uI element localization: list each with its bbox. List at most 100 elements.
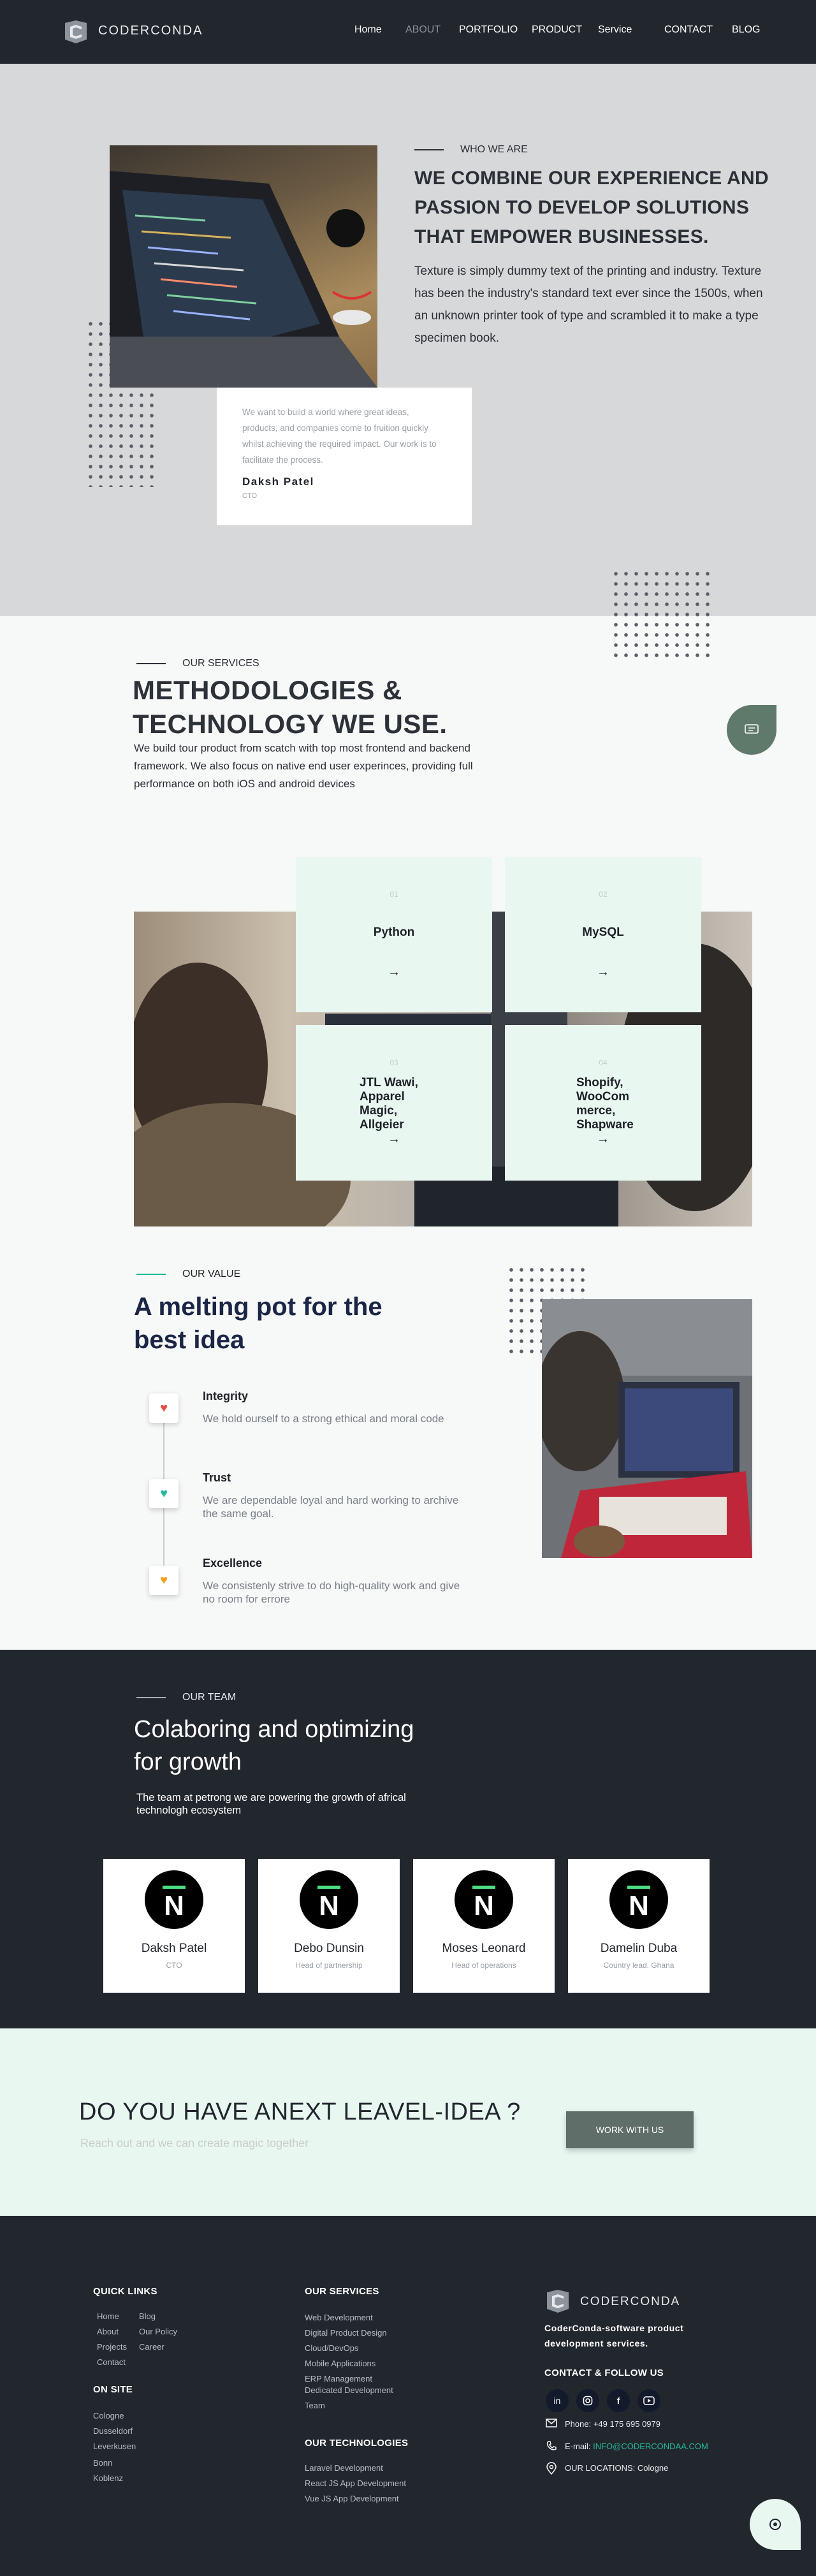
- services-title: METHODOLOGIES & TECHNOLOGY WE USE.: [133, 675, 448, 739]
- member-role: Country lead, Ghana: [603, 1961, 674, 1970]
- nav-portfolio[interactable]: PORTFOLIO: [459, 24, 518, 36]
- footer-email[interactable]: E-mail: INFO@CODERCONDAA.COM: [565, 2441, 708, 2451]
- avatar: N: [300, 1870, 358, 1929]
- site-header: CODERCONDA Home ABOUT PORTFOLIO PRODUCT …: [0, 0, 816, 64]
- cta-title: DO YOU HAVE ANEXT LEAVEL-IDEA ?: [79, 2099, 521, 2125]
- who-title: WE COMBINE OUR EXPERIENCE AND PASSION TO…: [414, 168, 769, 247]
- location-icon: [546, 2462, 557, 2475]
- brand-name[interactable]: CODERCONDA: [98, 24, 203, 38]
- value-item-integrity: Integrity We hold ourself to a strong eth…: [203, 1390, 444, 1425]
- footer-service-link[interactable]: Digital Product Design: [305, 2328, 387, 2338]
- footer-service-link[interactable]: Team: [305, 2401, 325, 2410]
- value-eyebrow: OUR VALUE: [136, 1269, 240, 1280]
- chat-icon: [745, 724, 759, 734]
- tech-footer-title: OUR TECHNOLOGIES: [305, 2438, 409, 2449]
- heart-icon: ♥: [149, 1479, 178, 1508]
- tech-card-python[interactable]: 01 Python →: [296, 857, 492, 1012]
- team-text: The team at petrong we are powering the …: [136, 1792, 406, 1816]
- arrow-right-icon[interactable]: →: [296, 965, 492, 980]
- heart-icon: ♥: [149, 1394, 178, 1423]
- footer-site-bonn[interactable]: Bonn: [93, 2458, 112, 2468]
- arrow-right-icon[interactable]: →: [296, 1132, 492, 1147]
- footer-tagline: CoderConda-software product development …: [544, 2323, 684, 2348]
- laptop-work-image: [542, 1299, 752, 1558]
- youtube-icon[interactable]: [638, 2389, 660, 2412]
- team-member-card[interactable]: N Daksh Patel CTO: [103, 1859, 245, 1993]
- nav-about[interactable]: ABOUT: [405, 24, 441, 36]
- footer-tech-link[interactable]: Vue JS App Development: [305, 2494, 399, 2503]
- nav-product[interactable]: PRODUCT: [532, 24, 582, 36]
- logo-icon[interactable]: [544, 2290, 571, 2313]
- footer-link-policy[interactable]: Our Policy: [139, 2327, 177, 2336]
- nav-blog[interactable]: BLOG: [732, 24, 760, 36]
- member-role: Head of operations: [451, 1961, 516, 1970]
- svg-text:N: N: [474, 1890, 494, 1921]
- tech-card-label: JTL Wawi, Apparel Magic, Allgeier: [360, 1076, 418, 1132]
- work-with-us-button[interactable]: WORK WITH US: [566, 2111, 694, 2148]
- footer-site-koblenz[interactable]: Koblenz: [93, 2473, 123, 2483]
- footer-brand: CODERCONDA: [580, 2295, 681, 2308]
- footer-link-blog[interactable]: Blog: [139, 2311, 156, 2321]
- tech-card-label: MySQL: [582, 926, 624, 939]
- footer-tech-link[interactable]: Laravel Development: [305, 2463, 383, 2473]
- member-name: Daksh Patel: [141, 1942, 207, 1955]
- value-title: A melting pot for the best idea: [134, 1293, 382, 1354]
- arrow-right-icon[interactable]: →: [505, 965, 701, 980]
- avatar: N: [145, 1870, 203, 1929]
- footer-link-career[interactable]: Career: [139, 2342, 164, 2352]
- team-eyebrow: OUR TEAM: [136, 1692, 236, 1703]
- footer-service-link[interactable]: Web Development: [305, 2313, 373, 2322]
- footer-site-cologne[interactable]: Cologne: [93, 2411, 124, 2420]
- laptop-image: [110, 145, 377, 388]
- instagram-icon[interactable]: [576, 2389, 599, 2412]
- team-member-card[interactable]: N Debo Dunsin Head of partnership: [258, 1859, 400, 1993]
- nav-contact[interactable]: CONTACT: [664, 24, 713, 36]
- footer-link-contact[interactable]: Contact: [97, 2357, 126, 2367]
- tech-card-mysql[interactable]: 02 MySQL →: [505, 857, 701, 1012]
- footer-tech-link[interactable]: React JS App Development: [305, 2478, 406, 2488]
- footer-link-home[interactable]: Home: [97, 2311, 119, 2321]
- member-name: Moses Leonard: [442, 1942, 526, 1955]
- linkedin-icon[interactable]: in: [546, 2389, 569, 2412]
- chat-button[interactable]: [727, 705, 776, 755]
- quick-links-title: QUICK LINKS: [93, 2286, 157, 2297]
- tech-card-shopify[interactable]: 04 Shopify, WooCom merce, Shapware →: [505, 1025, 701, 1181]
- member-name: Damelin Duba: [600, 1942, 678, 1955]
- nav-home[interactable]: Home: [354, 24, 382, 36]
- footer-service-link[interactable]: Mobile Applications: [305, 2359, 375, 2368]
- avatar: N: [609, 1870, 668, 1929]
- services-text: We build tour product from scatch with t…: [134, 742, 473, 790]
- footer-site-dusseldorf[interactable]: Dusseldorf: [93, 2426, 133, 2436]
- mail-icon: [546, 2419, 557, 2427]
- quote-author: Daksh Patel: [242, 476, 314, 488]
- scroll-to-top-button[interactable]: [750, 2499, 801, 2550]
- footer-service-link[interactable]: Cloud/DevOps: [305, 2343, 359, 2353]
- team-title: Colaboring and optimizing for growth: [134, 1716, 414, 1775]
- logo-icon[interactable]: [62, 20, 89, 43]
- footer-site-leverkusen[interactable]: Leverkusen: [93, 2441, 136, 2451]
- footer-service-link[interactable]: Dedicated Development: [305, 2385, 393, 2395]
- chat-icon: [769, 2519, 781, 2530]
- nav-service[interactable]: Service: [598, 24, 632, 36]
- tech-card-label: Shopify, WooCom merce, Shapware: [576, 1076, 634, 1132]
- phone-icon: [546, 2441, 557, 2450]
- footer-phone[interactable]: Phone: +49 175 695 0979: [565, 2419, 660, 2429]
- tech-card-label: Python: [373, 926, 415, 939]
- svg-text:N: N: [629, 1890, 649, 1921]
- team-member-card[interactable]: N Damelin Duba Country lead, Ghana: [568, 1859, 710, 1993]
- team-member-card[interactable]: N Moses Leonard Head of operations: [413, 1859, 555, 1993]
- facebook-icon[interactable]: f: [607, 2389, 630, 2412]
- arrow-right-icon[interactable]: →: [505, 1132, 701, 1147]
- quote-role: CTO: [242, 492, 258, 500]
- member-role: CTO: [166, 1961, 182, 1970]
- footer-link-about[interactable]: About: [97, 2327, 119, 2336]
- footer-location: OUR LOCATIONS: Cologne: [565, 2463, 669, 2473]
- value-item-trust: Trust We are dependable loyal and hard wo…: [203, 1471, 459, 1520]
- footer-service-link[interactable]: ERP Management: [305, 2374, 372, 2383]
- footer-link-projects[interactable]: Projects: [97, 2342, 127, 2352]
- who-text: Texture is simply dummy text of the prin…: [414, 265, 763, 345]
- avatar: N: [455, 1870, 513, 1929]
- value-item-excellence: Excellence We consistenly strive to do hi…: [203, 1557, 460, 1605]
- member-name: Debo Dunsin: [294, 1942, 364, 1955]
- tech-card-jtl[interactable]: 03 JTL Wawi, Apparel Magic, Allgeier →: [296, 1025, 492, 1181]
